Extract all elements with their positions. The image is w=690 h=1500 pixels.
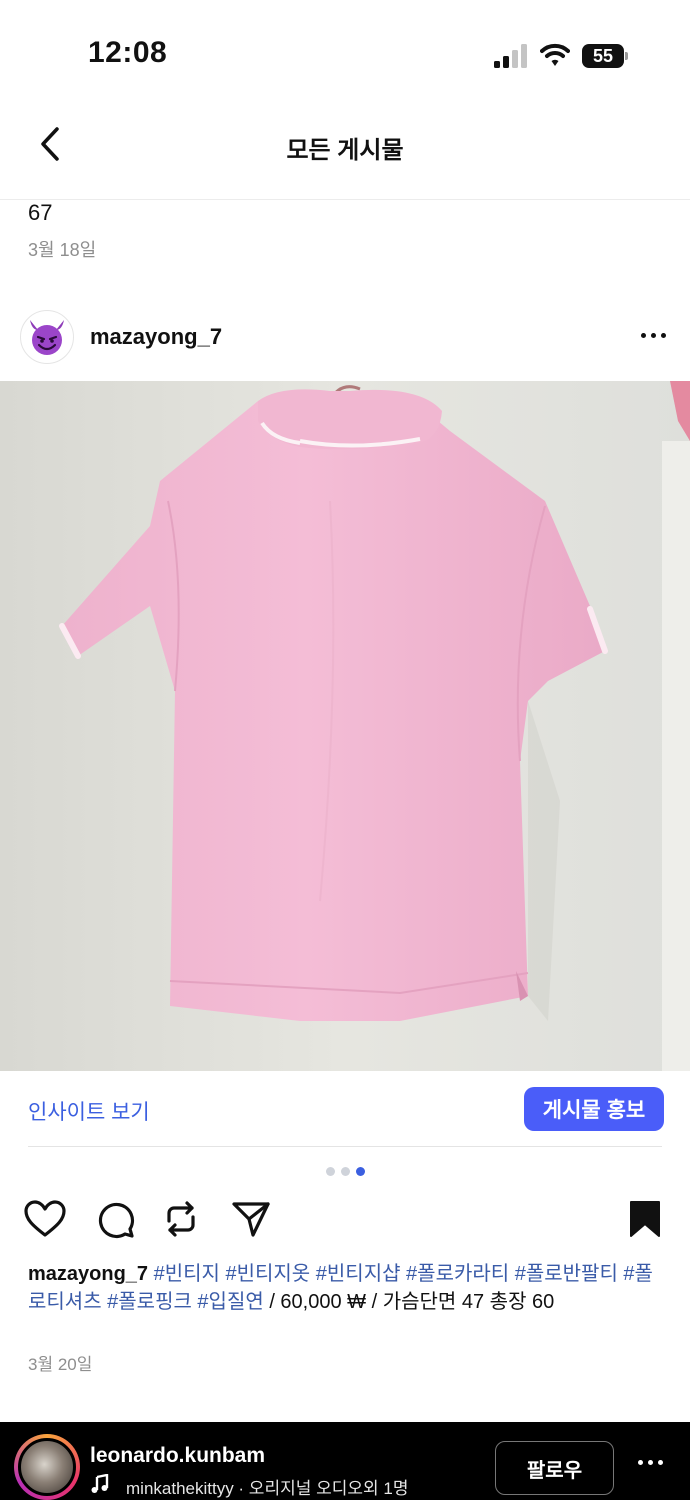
reel-audio-label[interactable]: minkathekittyy · 오리지널 오디오외 1명 bbox=[126, 1474, 408, 1499]
more-dot bbox=[640, 332, 646, 338]
battery-tip bbox=[625, 52, 628, 60]
battery-icon: 55 bbox=[582, 44, 628, 68]
reel-overlay-bar: leonardo.kunbam minkathekittyy · 오리지널 오디… bbox=[0, 1422, 690, 1500]
carousel-dot bbox=[340, 1167, 350, 1176]
post-username[interactable]: mazayong_7 bbox=[90, 324, 222, 350]
divider bbox=[28, 1146, 662, 1147]
status-bar: 12:08 55 bbox=[0, 0, 690, 100]
more-dot bbox=[660, 332, 666, 338]
like-button[interactable] bbox=[22, 1196, 68, 1242]
previous-post-likes: 67 bbox=[28, 200, 53, 225]
battery-level: 55 bbox=[582, 44, 624, 68]
cellular-signal-icon bbox=[494, 44, 527, 68]
previous-post-date: 3월 18일 bbox=[28, 240, 97, 260]
more-dot bbox=[648, 1459, 653, 1465]
music-note-icon bbox=[91, 1474, 109, 1493]
bookmark-filled-icon bbox=[630, 1201, 660, 1237]
share-button[interactable] bbox=[228, 1196, 274, 1242]
reel-username[interactable]: leonardo.kunbam bbox=[90, 1444, 265, 1468]
reel-avatar-image bbox=[18, 1438, 76, 1496]
reel-avatar[interactable] bbox=[14, 1434, 80, 1500]
carousel-dot-active bbox=[355, 1167, 365, 1176]
status-time: 12:08 bbox=[88, 36, 168, 69]
view-insights-link[interactable]: 인사이트 보기 bbox=[28, 1096, 150, 1126]
reel-more-options-button[interactable] bbox=[638, 1456, 668, 1468]
repost-button[interactable] bbox=[158, 1196, 204, 1242]
paper-plane-icon bbox=[232, 1202, 270, 1237]
wifi-icon bbox=[540, 43, 570, 66]
save-button[interactable] bbox=[622, 1196, 668, 1242]
more-dot bbox=[658, 1459, 663, 1465]
heart-icon bbox=[24, 1200, 66, 1237]
carousel-dot bbox=[325, 1167, 335, 1176]
comment-bubble-icon bbox=[98, 1202, 135, 1239]
post-image[interactable] bbox=[0, 381, 690, 1071]
promote-post-button[interactable]: 게시물 홍보 bbox=[524, 1087, 664, 1131]
avatar[interactable] bbox=[20, 310, 74, 364]
carousel-indicator bbox=[0, 1167, 690, 1176]
nav-bar: 모든 게시물 bbox=[0, 100, 690, 200]
pink-polo-shirt-illustration bbox=[0, 381, 690, 1071]
post-date: 3월 20일 bbox=[28, 1355, 93, 1374]
post-header: mazayong_7 bbox=[0, 306, 690, 366]
page-title: 모든 게시물 bbox=[286, 137, 404, 164]
smiling-devil-icon bbox=[30, 320, 64, 355]
caption-text: / 60,000 ₩ / 가슴단면 47 총장 60 bbox=[263, 1291, 555, 1313]
more-dot bbox=[638, 1459, 643, 1465]
post-caption: mazayong_7 #빈티지 #빈티지옷 #빈티지샵 #폴로카라티 #폴로반팔… bbox=[28, 1260, 668, 1316]
post-actions bbox=[0, 1196, 690, 1246]
more-dot bbox=[650, 332, 656, 338]
repost-icon bbox=[167, 1201, 195, 1237]
comment-button[interactable] bbox=[92, 1196, 138, 1242]
more-options-button[interactable] bbox=[636, 320, 670, 350]
follow-button[interactable]: 팔로우 bbox=[495, 1441, 614, 1495]
caption-username[interactable]: mazayong_7 bbox=[28, 1263, 154, 1285]
